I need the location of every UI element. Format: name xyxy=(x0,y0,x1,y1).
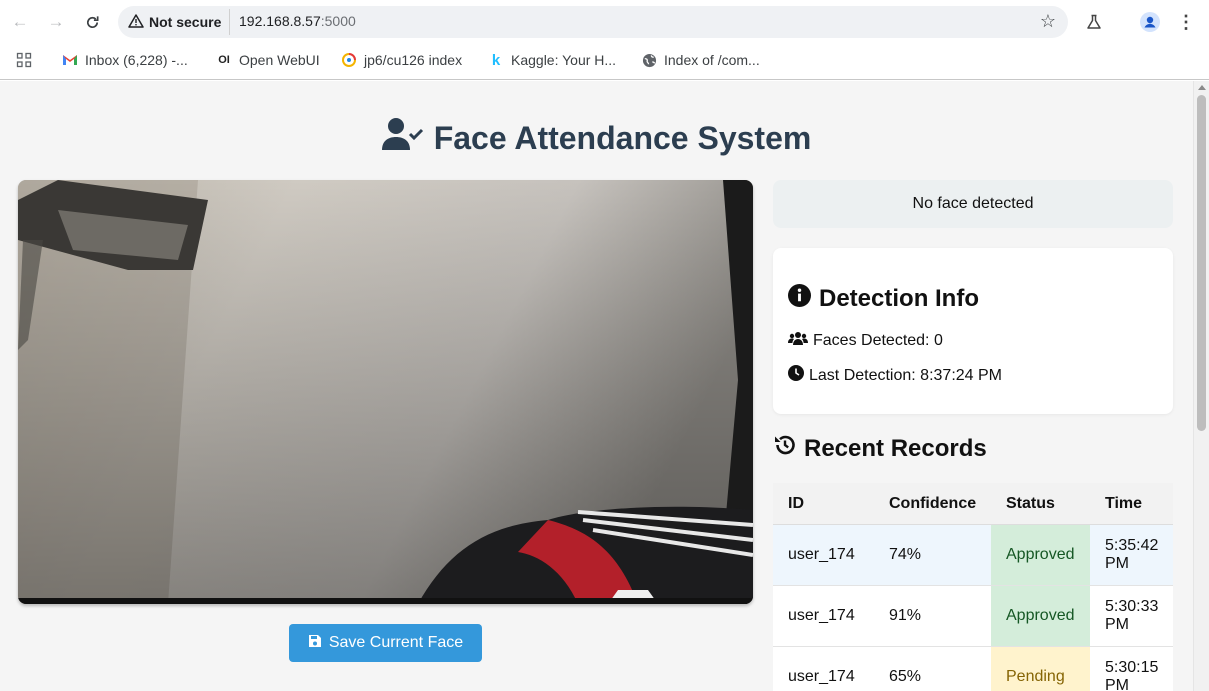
globe-icon xyxy=(641,52,657,68)
cell-time: 5:30:15 PM xyxy=(1105,659,1159,691)
cell-id: user_174 xyxy=(788,607,855,624)
page-title-text: Face Attendance System xyxy=(433,119,812,156)
cell-time: 5:35:42 PM xyxy=(1105,537,1159,572)
detection-status-text: No face detected xyxy=(912,195,1034,212)
cell-confidence: 74% xyxy=(889,546,922,563)
bookmark-label: Kaggle: Your H... xyxy=(511,52,617,68)
app-page: Face Attendance System Save Current Face… xyxy=(0,81,1193,691)
table-row: user_174 91% Approved 5:30:33 PM xyxy=(773,586,1173,647)
security-chip[interactable]: Not secure xyxy=(124,9,231,35)
column-header-confidence: Confidence xyxy=(889,494,977,512)
bookmark-gmail[interactable]: Inbox (6,228) -... xyxy=(62,50,188,70)
reload-icon[interactable] xyxy=(79,9,105,35)
security-label: Not secure xyxy=(149,14,222,30)
jp6-icon xyxy=(341,52,357,68)
scroll-up-arrow-icon[interactable] xyxy=(1198,85,1206,90)
cell-confidence: 65% xyxy=(889,668,922,685)
page-title: Face Attendance System xyxy=(0,117,1193,159)
url-text[interactable]: 192.168.8.57:5000 xyxy=(239,13,356,29)
table-row: user_174 65% Pending 5:30:15 PM xyxy=(773,647,1173,691)
status-badge: Pending xyxy=(991,647,1090,691)
info-circle-icon xyxy=(788,284,811,314)
browser-toolbar: ← → Not secure 192.168.8.57:5000 ☆ ⋮ xyxy=(0,0,1209,44)
detection-info-title: Detection Info xyxy=(819,285,979,312)
browser-chrome: ← → Not secure 192.168.8.57:5000 ☆ ⋮ Inb… xyxy=(0,0,1209,80)
cell-confidence: 91% xyxy=(889,607,922,624)
url-host: 192.168.8.57 xyxy=(239,13,321,29)
recent-records-title: Recent Records xyxy=(804,434,987,462)
floppy-save-icon xyxy=(308,634,322,653)
bookmark-open-webui[interactable]: OI Open WebUI xyxy=(216,50,320,70)
kebab-menu-icon[interactable]: ⋮ xyxy=(1173,9,1199,35)
table-header: ID Confidence Status Time xyxy=(773,483,1173,525)
user-check-icon xyxy=(381,117,424,159)
last-detection-line: Last Detection: 8:37:24 PM xyxy=(788,365,1002,386)
address-bar[interactable]: Not secure 192.168.8.57:5000 ☆ xyxy=(118,6,1068,38)
table-row: user_174 74% Approved 5:35:42 PM xyxy=(773,525,1173,586)
bookmark-jp6[interactable]: jp6/cu126 index xyxy=(341,50,462,70)
forward-arrow-icon[interactable]: → xyxy=(43,9,69,35)
save-face-label: Save Current Face xyxy=(328,634,464,651)
page-scrollbar[interactable] xyxy=(1193,81,1209,691)
detection-info-card: Detection Info Faces Detected: 0 Last De… xyxy=(773,248,1173,414)
cell-time: 5:30:33 PM xyxy=(1105,598,1159,633)
last-detection-text: Last Detection: 8:37:24 PM xyxy=(809,366,1002,384)
detection-status: No face detected xyxy=(773,180,1173,228)
back-arrow-icon[interactable]: ← xyxy=(7,9,33,35)
detection-info-heading: Detection Info xyxy=(788,284,979,314)
camera-feed xyxy=(18,180,753,604)
records-table: ID Confidence Status Time user_174 74% A… xyxy=(773,483,1173,691)
bookmark-label: Index of /com... xyxy=(664,52,760,68)
bookmark-index[interactable]: Index of /com... xyxy=(641,50,760,70)
bookmark-label: jp6/cu126 index xyxy=(364,52,463,68)
profile-avatar-icon[interactable] xyxy=(1137,9,1163,35)
gmail-icon xyxy=(62,52,78,68)
scrollbar-thumb[interactable] xyxy=(1197,95,1206,431)
url-port: :5000 xyxy=(320,13,356,29)
column-header-status: Status xyxy=(1006,494,1055,512)
cell-id: user_174 xyxy=(788,546,855,563)
status-badge: Approved xyxy=(991,525,1090,585)
faces-detected-text: Faces Detected: 0 xyxy=(813,332,943,349)
faces-detected-line: Faces Detected: 0 xyxy=(788,331,943,351)
bookmarks-bar: Inbox (6,228) -... OI Open WebUI jp6/cu1… xyxy=(0,44,1209,74)
recent-records-heading: Recent Records xyxy=(773,433,987,464)
history-icon xyxy=(773,433,797,464)
column-header-id: ID xyxy=(788,494,804,512)
column-header-time: Time xyxy=(1105,494,1143,512)
openwebui-icon: OI xyxy=(218,54,230,66)
cell-id: user_174 xyxy=(788,668,855,685)
bookmark-label: Inbox (6,228) -... xyxy=(85,52,188,68)
kaggle-icon: k xyxy=(491,51,501,69)
apps-grid-icon[interactable] xyxy=(16,50,32,70)
warning-triangle-icon xyxy=(128,13,144,31)
bookmark-label: Open WebUI xyxy=(239,52,320,68)
labs-flask-icon[interactable] xyxy=(1081,9,1107,35)
bookmark-kaggle[interactable]: k Kaggle: Your H... xyxy=(488,50,616,70)
users-group-icon xyxy=(788,331,808,351)
bookmark-star-icon[interactable]: ☆ xyxy=(1040,11,1056,32)
clock-icon xyxy=(788,365,804,386)
save-face-button[interactable]: Save Current Face xyxy=(289,624,482,662)
status-badge: Approved xyxy=(991,586,1090,646)
